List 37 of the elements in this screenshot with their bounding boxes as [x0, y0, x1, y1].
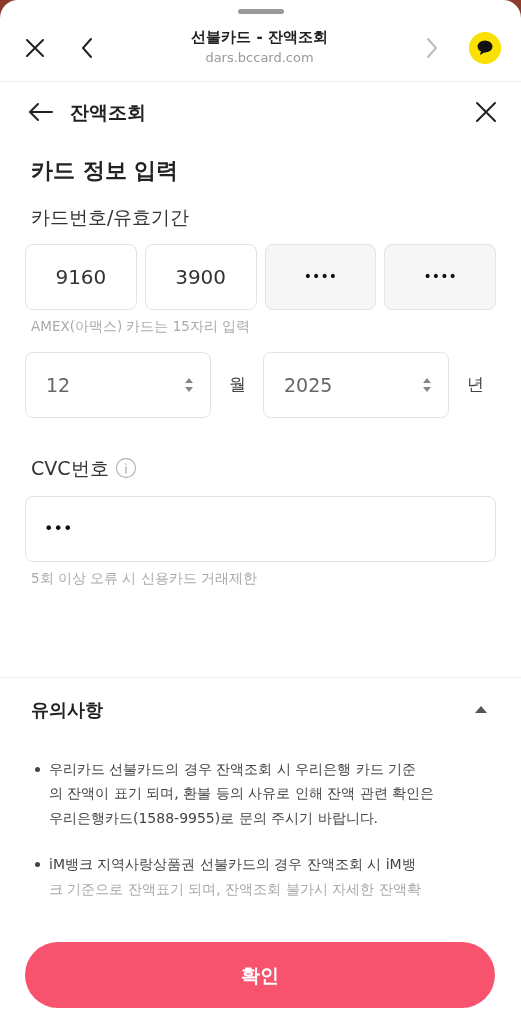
card-number-field[interactable]: ••••	[264, 243, 377, 310]
hint-text: AMEX(아맥스) 카드는 15자리 입력	[31, 316, 252, 336]
select-value: 2025	[284, 372, 334, 398]
drag-handle[interactable]	[237, 9, 284, 14]
page-title: 선불카드 - 잔액조회	[190, 28, 329, 48]
select-field[interactable]: 2025	[263, 351, 449, 418]
select-value: 12	[46, 372, 72, 398]
field-label: CVC번호	[31, 455, 109, 481]
section-title: 카드 정보 입력	[31, 157, 180, 185]
notice-text: 우리카드 선불카드의 경우 잔액조회 시 우리은행 카드 기준	[49, 759, 418, 779]
card-number-field[interactable]: 3900	[144, 243, 257, 310]
field-label: 카드번호/유효기간	[31, 205, 191, 230]
back-arrow-icon[interactable]	[28, 102, 54, 122]
unit-label: 년	[465, 373, 485, 396]
notice-text: 크 기준으로 잔액표기 되며, 잔액조회 불가시 자세한 잔액확	[49, 879, 421, 899]
close-icon[interactable]	[24, 36, 46, 59]
section-title: 유의사항	[31, 697, 104, 722]
unit-label: 월	[227, 373, 247, 396]
notice-text: 의 잔액이 표기 되며, 환불 등의 사유로 인해 잔액 관련 확인은	[49, 784, 434, 803]
notice-text: iM뱅크 지역사랑상품권 선불카드의 경우 잔액조회 시 iM뱅	[49, 855, 417, 874]
back-icon[interactable]	[80, 36, 94, 59]
updown-icon	[422, 376, 432, 393]
cvc-field[interactable]: •••	[25, 496, 496, 563]
hint-text: 5회 이상 오류 시 신용카드 거래제한	[31, 569, 259, 589]
card-number-field[interactable]: ••••	[384, 243, 496, 310]
screen-title: 잔액조회	[70, 99, 147, 125]
chat-button[interactable]	[469, 31, 501, 64]
bullet-icon	[35, 862, 40, 867]
caret-icon[interactable]	[474, 704, 488, 714]
speech-bubble-icon	[477, 40, 493, 55]
bullet-icon	[35, 766, 40, 772]
card-number-field[interactable]: 9160	[25, 243, 137, 310]
notice-text: 우리은행카드(1588-9955)로 문의 주시기 바랍니다.	[49, 808, 380, 828]
close-icon[interactable]	[475, 101, 497, 123]
select-field[interactable]: 12	[25, 351, 211, 418]
updown-icon	[184, 376, 194, 393]
url-text: dars.bccard.com	[204, 48, 315, 67]
